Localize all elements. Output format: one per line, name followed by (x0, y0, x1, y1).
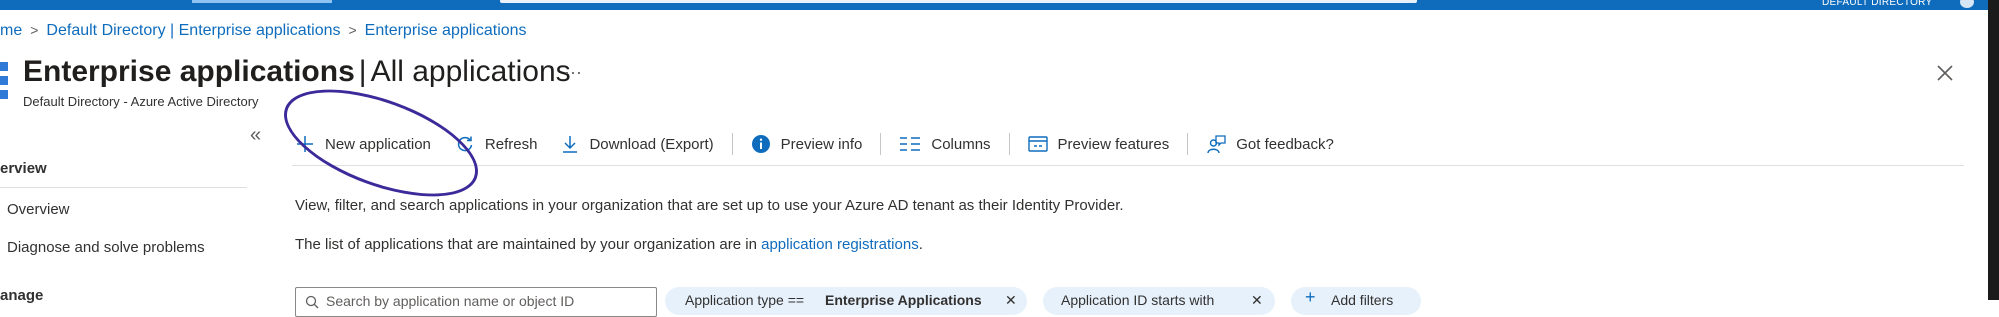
breadcrumb-enterprise-apps[interactable]: Enterprise applications (365, 22, 527, 39)
preview-features-button[interactable]: Preview features (1027, 135, 1170, 153)
refresh-icon (457, 136, 473, 152)
chevron-right-icon: > (348, 22, 357, 38)
page-subtitle: Default Directory - Azure Active Directo… (23, 94, 259, 109)
breadcrumb-home[interactable]: me (0, 22, 22, 39)
feedback-label: Got feedback? (1236, 135, 1334, 153)
columns-label: Columns (931, 135, 991, 153)
directory-label[interactable]: DEFAULT DIRECTORY (1822, 0, 1933, 8)
columns-button[interactable]: Columns (899, 135, 991, 153)
chevron-right-icon: > (30, 22, 39, 38)
registrations-prefix: The list of applications that are mainta… (295, 236, 762, 253)
collapse-sidebar-icon[interactable]: « (250, 124, 261, 147)
application-registrations-link[interactable]: application registrations (761, 236, 919, 253)
command-bar-divider (292, 165, 1964, 166)
preview-features-label: Preview features (1057, 135, 1170, 153)
registrations-note: The list of applications that are mainta… (295, 236, 923, 253)
command-bar: New application Refresh Download (Export… (295, 129, 1358, 159)
sidebar-section-manage[interactable]: anage (0, 287, 43, 304)
new-application-button[interactable]: New application (295, 134, 431, 154)
add-filters-label: Add filters (1331, 292, 1394, 308)
sidebar-item-overview[interactable]: Overview (7, 201, 70, 218)
clear-filter-icon[interactable]: ✕ (1005, 292, 1017, 309)
page-title: Enterprise applications | All applications (23, 55, 571, 89)
more-options-icon[interactable]: ··· (564, 62, 582, 83)
window-edge (1988, 0, 1999, 300)
preview-info-button[interactable]: Preview info (751, 134, 863, 154)
filter-label: Application type == (685, 292, 805, 308)
feedback-icon (1207, 135, 1226, 154)
plus-icon: + (1305, 287, 1316, 307)
download-label: Download (Export) (589, 135, 714, 153)
toolbar-divider (731, 133, 733, 155)
preview-info-label: Preview info (780, 135, 863, 153)
search-input[interactable]: Search by application name or object ID (295, 287, 657, 317)
search-placeholder: Search by application name or object ID (326, 293, 575, 309)
refresh-label: Refresh (484, 135, 538, 153)
top-bar-button[interactable] (192, 0, 332, 3)
page-description: View, filter, and search applications in… (295, 197, 1124, 214)
clear-filter-icon[interactable]: ✕ (1251, 292, 1263, 309)
top-bar: DEFAULT DIRECTORY (0, 0, 1999, 10)
new-application-label: New application (325, 135, 431, 153)
application-type-filter[interactable]: Application type == Enterprise Applicati… (665, 287, 1027, 315)
refresh-button[interactable]: Refresh (455, 134, 538, 154)
download-icon (563, 136, 578, 153)
registrations-suffix: . (918, 236, 923, 253)
preview-features-icon (1027, 136, 1048, 152)
close-icon[interactable] (1934, 62, 1956, 84)
toolbar-divider (1008, 133, 1010, 155)
title-separator: | (358, 55, 367, 88)
add-filters-button[interactable]: + Add filters (1291, 287, 1421, 315)
sidebar-divider (0, 187, 247, 188)
enterprise-apps-icon (0, 62, 8, 100)
toolbar-divider (880, 133, 882, 155)
page-title-sub: All applications (370, 55, 571, 88)
avatar[interactable] (1960, 0, 1974, 8)
search-icon (305, 295, 319, 309)
download-button[interactable]: Download (Export) (561, 134, 714, 154)
global-search-bar[interactable] (500, 0, 1417, 3)
columns-icon (900, 137, 921, 151)
toolbar-divider (1187, 133, 1189, 155)
feedback-button[interactable]: Got feedback? (1206, 134, 1334, 154)
page-title-main: Enterprise applications (23, 55, 355, 88)
filter-label: Application ID starts with (1061, 292, 1215, 308)
sidebar-item-diagnose[interactable]: Diagnose and solve problems (7, 239, 205, 256)
breadcrumb: me > Default Directory | Enterprise applic… (0, 22, 527, 40)
sidebar-section-overview[interactable]: erview (0, 160, 47, 177)
breadcrumb-directory[interactable]: Default Directory | Enterprise applicati… (46, 22, 340, 39)
info-icon (751, 135, 770, 153)
application-id-filter[interactable]: Application ID starts with ✕ (1043, 287, 1275, 315)
filter-value: Enterprise Applications (825, 292, 982, 308)
plus-icon (297, 136, 313, 152)
